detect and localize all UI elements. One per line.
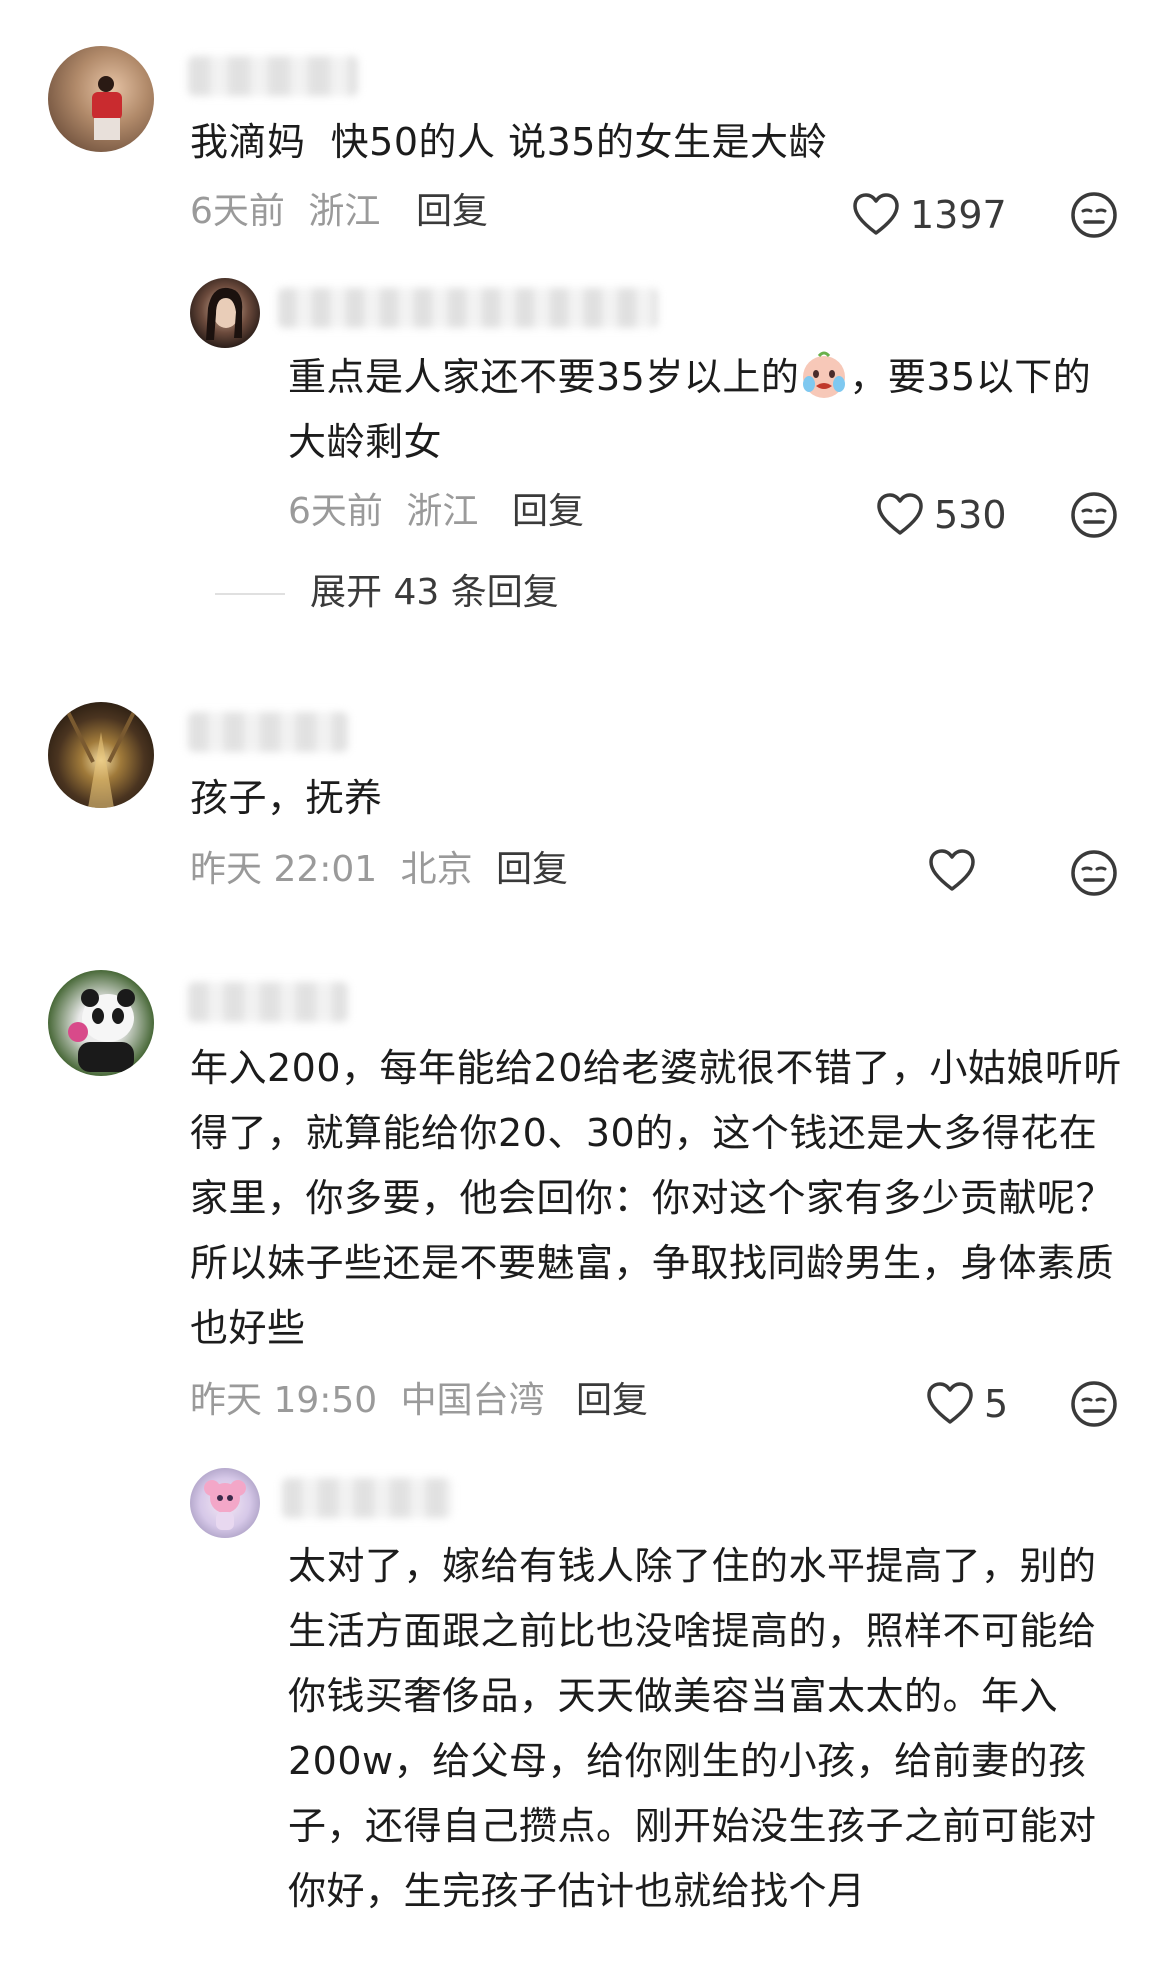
comment-location: 北京 [400, 849, 473, 890]
reply-button[interactable]: 回复 [416, 188, 488, 236]
comment-text: 孩子，抚养 [190, 776, 383, 820]
like-button[interactable] [928, 849, 976, 893]
username-blurred[interactable] [188, 982, 348, 1022]
like-count: 5 [984, 1382, 1009, 1426]
avatar-cartoon-character [204, 1480, 246, 1530]
avatar-photo-corridor [66, 711, 136, 808]
neutral-face-icon [1071, 492, 1117, 538]
dislike-button[interactable] [1070, 849, 1118, 897]
expand-replies-button[interactable]: 展开 43 条回复 [310, 569, 559, 617]
reply-button[interactable]: 回复 [512, 488, 584, 536]
comment-time: 6天前 [190, 191, 285, 232]
comment-text: 太对了，嫁给有钱人除了住的水平提高了，别的生活方面跟之前比也没啥提高的，照样不可… [288, 1544, 1097, 1913]
comment-meta: 6天前 浙江 [288, 488, 478, 536]
dislike-button[interactable] [1070, 191, 1118, 239]
heart-outline-icon [853, 193, 899, 235]
avatar-photo-woman [206, 287, 243, 340]
like-button[interactable]: 1397 [852, 191, 1007, 239]
reply-button[interactable]: 回复 [496, 846, 568, 894]
comment-meta: 昨天 19:50 中国台湾 [190, 1377, 545, 1425]
neutral-face-icon [1071, 1381, 1117, 1427]
avatar-photo-panda [68, 989, 135, 1072]
username-blurred[interactable] [188, 56, 358, 96]
avatar[interactable] [190, 1468, 260, 1538]
like-button[interactable]: 5 [926, 1380, 1008, 1428]
comment-text: 重点是人家还不要35岁以上的 ，要35以下的大龄剩女 [288, 345, 1118, 475]
neutral-face-icon [1071, 850, 1117, 896]
avatar[interactable] [190, 278, 260, 348]
comment-text-part: 重点是人家还不要35岁以上的 [288, 355, 800, 399]
comment-meta: 昨天 22:01 北京 [190, 846, 473, 894]
username-blurred[interactable] [282, 1478, 452, 1518]
comment-text: 我滴妈 快50的人 说35的女生是大龄 [190, 120, 827, 164]
comment-location: 浙江 [308, 191, 381, 232]
comment-location: 浙江 [406, 491, 479, 532]
like-count: 1397 [910, 193, 1007, 237]
bottom-fade [0, 1938, 1170, 1969]
dislike-button[interactable] [1070, 491, 1118, 539]
heart-outline-icon [877, 493, 923, 535]
dislike-button[interactable] [1070, 1380, 1118, 1428]
comment-meta: 6天前 浙江 [190, 188, 380, 236]
comment-time: 昨天 19:50 [190, 1380, 378, 1421]
heart-outline-icon [929, 849, 975, 891]
avatar-photo-woman-red [92, 76, 122, 140]
avatar[interactable] [48, 46, 154, 152]
neutral-face-icon [1071, 192, 1117, 238]
comment-time: 昨天 22:01 [190, 849, 378, 890]
avatar[interactable] [48, 702, 154, 808]
avatar[interactable] [48, 970, 154, 1076]
username-blurred[interactable] [278, 288, 658, 328]
comment-time: 6天前 [288, 491, 383, 532]
like-button[interactable]: 530 [876, 491, 1007, 539]
username-blurred[interactable] [188, 712, 348, 752]
reply-button[interactable]: 回复 [576, 1377, 648, 1425]
crying-face-emoji-icon [803, 351, 846, 398]
heart-outline-icon [927, 1382, 973, 1424]
expand-divider [215, 593, 285, 595]
like-count: 530 [934, 493, 1007, 537]
comment-text: 年入200，每年能给20给老婆就很不错了，小姑娘听听得了，就算能给你20、30的… [190, 1046, 1152, 1350]
comment-location: 中国台湾 [400, 1380, 545, 1421]
